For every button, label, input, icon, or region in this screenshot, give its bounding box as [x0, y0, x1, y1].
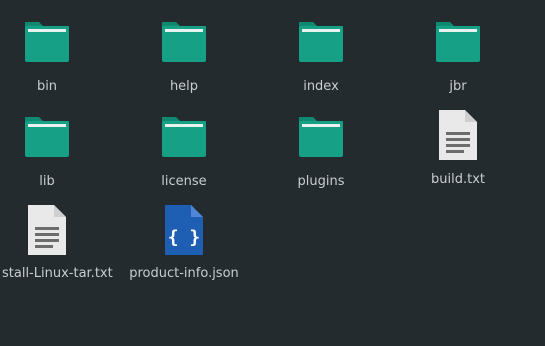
file-label: lib	[39, 174, 55, 189]
file-item-help[interactable]: help	[119, 16, 249, 106]
folder-icon	[293, 111, 349, 167]
file-label: bin	[36, 79, 58, 94]
file-label: license	[161, 174, 207, 189]
file-item-bin[interactable]: bin	[0, 16, 112, 106]
folder-icon	[19, 16, 75, 72]
text-file-icon	[19, 201, 75, 257]
file-item-jbr[interactable]: jbr	[393, 16, 523, 106]
folder-icon	[156, 16, 212, 72]
folder-icon	[293, 16, 349, 72]
file-item-lib[interactable]: lib	[0, 111, 112, 201]
folder-icon	[430, 16, 486, 72]
file-label: index	[303, 79, 339, 94]
file-item-product-info-json[interactable]: { } product-info.json	[119, 201, 249, 291]
file-label: product-info.json	[129, 266, 239, 281]
file-grid: bin help index jbr lib license plugins b…	[0, 0, 545, 346]
svg-text:{ }: { }	[168, 227, 201, 248]
file-item-license[interactable]: license	[119, 111, 249, 201]
file-label: build.txt	[431, 172, 485, 187]
file-label: help	[169, 79, 199, 94]
folder-icon	[156, 111, 212, 167]
file-label: plugins	[297, 174, 345, 189]
file-item-install-linux-tar-txt[interactable]: stall-Linux-tar.txt	[0, 201, 113, 291]
file-label: jbr	[449, 79, 467, 94]
file-label: stall-Linux-tar.txt	[2, 266, 113, 281]
file-item-plugins[interactable]: plugins	[256, 111, 386, 201]
folder-icon	[19, 111, 75, 167]
file-item-index[interactable]: index	[256, 16, 386, 106]
file-item-build-txt[interactable]: build.txt	[393, 106, 523, 196]
json-file-icon: { }	[156, 201, 212, 257]
text-file-icon	[430, 106, 486, 162]
